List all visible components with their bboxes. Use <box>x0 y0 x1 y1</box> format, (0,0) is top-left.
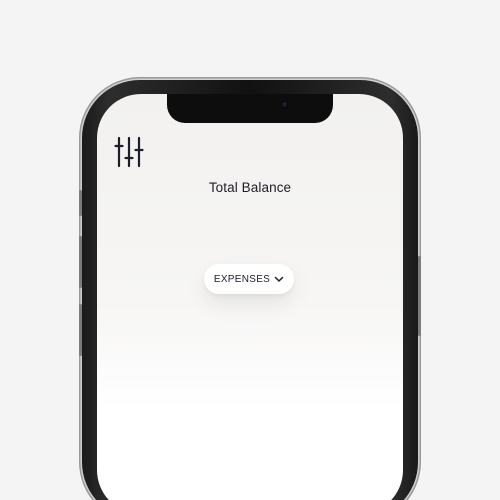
volume-down-button <box>79 304 82 356</box>
front-camera <box>280 100 289 109</box>
phone-notch <box>167 94 333 123</box>
volume-up-button <box>79 236 82 288</box>
dropdown-selected-label: EXPENSES <box>213 273 271 285</box>
power-button <box>418 256 421 336</box>
expenses-dropdown[interactable]: EXPENSES <box>204 264 294 294</box>
chevron-down-icon <box>274 276 284 282</box>
phone-mockup-stage: Total Balance EXPENSES <box>0 0 500 500</box>
sliders-icon[interactable] <box>114 136 144 168</box>
total-balance-label: Total Balance <box>208 180 292 195</box>
silent-switch <box>79 190 82 216</box>
